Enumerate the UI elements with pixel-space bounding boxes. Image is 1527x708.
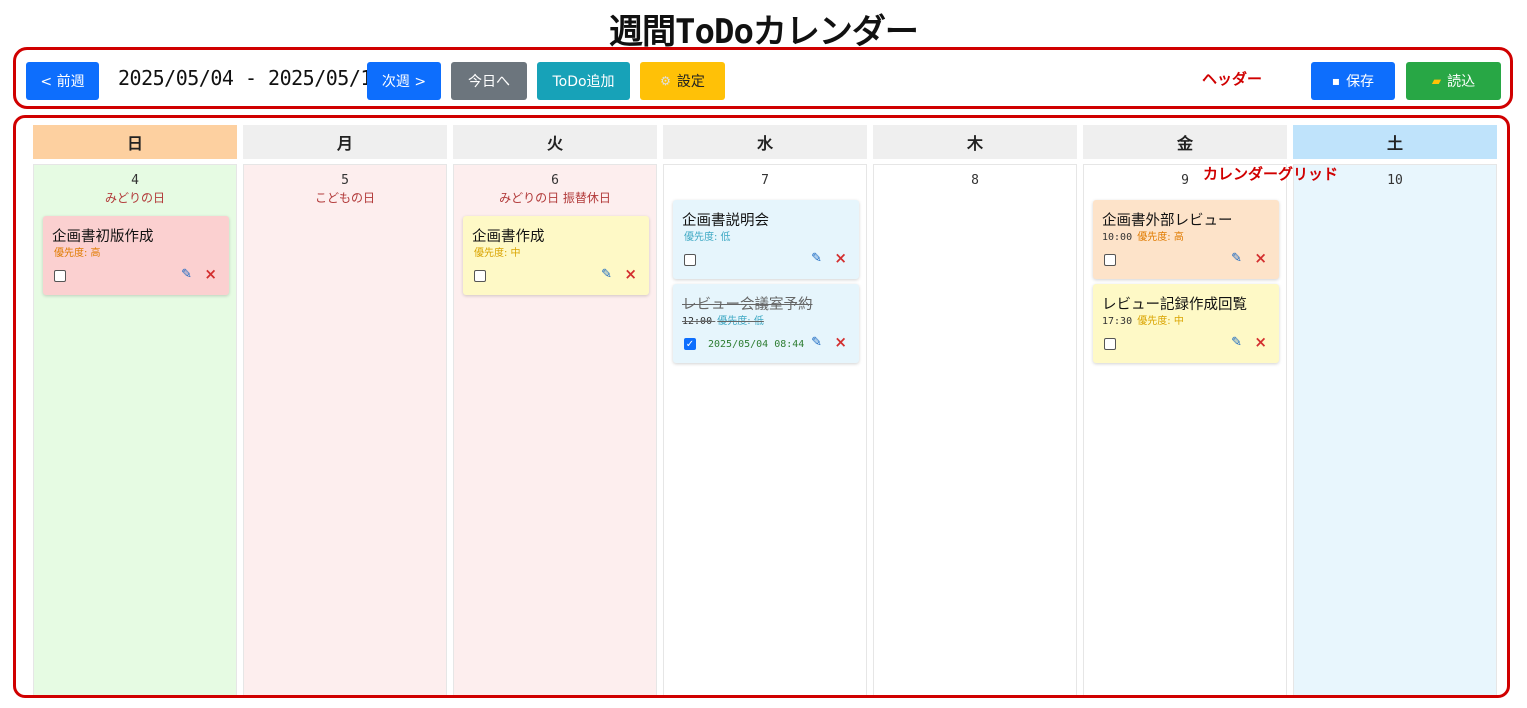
holiday-name: みどりの日 振替休日 bbox=[499, 191, 611, 205]
day-number: 7 bbox=[761, 173, 769, 188]
todo-meta: 優先度: 中 bbox=[472, 244, 521, 259]
todo-priority: 優先度: 低 bbox=[684, 232, 731, 243]
day-number: 6 bbox=[551, 173, 559, 188]
add-todo-button[interactable]: ToDo追加 bbox=[537, 62, 630, 100]
pencil-icon[interactable]: ✎ bbox=[601, 267, 612, 282]
gear-icon: ⚙ bbox=[660, 74, 671, 88]
todo-checkbox[interactable] bbox=[1104, 254, 1116, 266]
weekday-header-sun: 日 bbox=[33, 125, 237, 159]
prev-week-button[interactable]: < 前週 bbox=[26, 62, 99, 100]
load-label: 読込 bbox=[1447, 74, 1476, 90]
save-icon: ▪ bbox=[1331, 74, 1341, 88]
pencil-icon[interactable]: ✎ bbox=[811, 335, 822, 350]
todo-meta: 優先度: 高 bbox=[52, 244, 101, 259]
todo-card[interactable]: 企画書初版作成 優先度: 高 ✎ × bbox=[43, 216, 229, 295]
todo-title: レビュー記録作成回覧 bbox=[1102, 297, 1247, 313]
todo-title: 企画書作成 bbox=[472, 229, 545, 245]
settings-label: 設定 bbox=[676, 74, 705, 90]
todo-title: 企画書初版作成 bbox=[52, 229, 154, 245]
todo-card[interactable]: 企画書作成 優先度: 中 ✎ × bbox=[463, 216, 649, 295]
close-icon[interactable]: × bbox=[1254, 249, 1267, 267]
save-button[interactable]: ▪ 保存 bbox=[1311, 62, 1395, 100]
week-range: 2025/05/04 - 2025/05/10 bbox=[118, 66, 384, 90]
todo-card[interactable]: レビュー記録作成回覧 17:30 優先度: 中 ✎ × bbox=[1093, 284, 1279, 363]
today-button[interactable]: 今日へ bbox=[451, 62, 527, 100]
day-number: 4 bbox=[131, 173, 139, 188]
pencil-icon[interactable]: ✎ bbox=[1231, 251, 1242, 266]
close-icon[interactable]: × bbox=[834, 333, 847, 351]
weekday-header-mon: 月 bbox=[243, 125, 447, 159]
todo-time: 17:30 bbox=[1102, 316, 1133, 327]
weekday-header-fri: 金 bbox=[1083, 125, 1287, 159]
close-icon[interactable]: × bbox=[624, 265, 637, 283]
todo-checkbox[interactable] bbox=[1104, 338, 1116, 350]
day-cell-fri[interactable]: 9 企画書外部レビュー 10:00 優先度: 高 ✎ × レビュー記録作成回覧 … bbox=[1083, 164, 1287, 695]
completed-date: 2025/05/04 08:44 bbox=[708, 339, 805, 350]
holiday-name: みどりの日 bbox=[104, 191, 165, 205]
day-cell-sun[interactable]: 4 みどりの日 企画書初版作成 優先度: 高 ✎ × bbox=[33, 164, 237, 695]
day-number: 8 bbox=[971, 173, 979, 188]
save-label: 保存 bbox=[1346, 74, 1375, 90]
pencil-icon[interactable]: ✎ bbox=[811, 251, 822, 266]
todo-meta: 12:00 優先度: 低 bbox=[682, 312, 764, 327]
day-cell-sat[interactable]: 10 bbox=[1293, 164, 1497, 695]
day-cell-wed[interactable]: 7 企画書説明会 優先度: 低 ✎ × レビュー会議室予約 12:00 優先度:… bbox=[663, 164, 867, 695]
settings-button[interactable]: ⚙ 設定 bbox=[640, 62, 725, 100]
todo-meta: 17:30 優先度: 中 bbox=[1102, 312, 1184, 327]
todo-time: 12:00 bbox=[682, 316, 713, 327]
todo-title: 企画書説明会 bbox=[682, 213, 769, 229]
todo-meta: 10:00 優先度: 高 bbox=[1102, 228, 1184, 243]
pencil-icon[interactable]: ✎ bbox=[181, 267, 192, 282]
todo-checkbox[interactable] bbox=[54, 270, 66, 282]
todo-priority: 優先度: 高 bbox=[1137, 232, 1184, 243]
todo-priority: 優先度: 低 bbox=[717, 316, 764, 327]
todo-card[interactable]: 企画書外部レビュー 10:00 優先度: 高 ✎ × bbox=[1093, 200, 1279, 279]
close-icon[interactable]: × bbox=[834, 249, 847, 267]
page-title: 週間ToDoカレンダー bbox=[609, 12, 919, 52]
day-cell-tue[interactable]: 6 みどりの日 振替休日 企画書作成 優先度: 中 ✎ × bbox=[453, 164, 657, 695]
calendar-annotation: カレンダーグリッド bbox=[1203, 165, 1339, 183]
todo-checkbox-checked[interactable]: ✓ bbox=[684, 338, 696, 350]
todo-title: 企画書外部レビュー bbox=[1102, 213, 1233, 229]
todo-checkbox[interactable] bbox=[684, 254, 696, 266]
todo-meta: 優先度: 低 bbox=[682, 228, 731, 243]
day-cell-thu[interactable]: 8 bbox=[873, 164, 1077, 695]
day-number: 5 bbox=[341, 173, 349, 188]
todo-title: レビュー会議室予約 bbox=[682, 297, 813, 313]
todo-card[interactable]: 企画書説明会 優先度: 低 ✎ × bbox=[673, 200, 859, 279]
weekday-header-wed: 水 bbox=[663, 125, 867, 159]
todo-time: 10:00 bbox=[1102, 232, 1133, 243]
holiday-name: こどもの日 bbox=[314, 191, 375, 205]
close-icon[interactable]: × bbox=[1254, 333, 1267, 351]
weekday-header-sat: 土 bbox=[1293, 125, 1497, 159]
next-week-button[interactable]: 次週 > bbox=[367, 62, 441, 100]
folder-icon: ▰ bbox=[1431, 74, 1442, 88]
todo-card-completed[interactable]: レビュー会議室予約 12:00 優先度: 低 ✓ 2025/05/04 08:4… bbox=[673, 284, 859, 363]
todo-priority: 優先度: 中 bbox=[474, 248, 521, 259]
day-cell-mon[interactable]: 5 こどもの日 bbox=[243, 164, 447, 695]
weekday-header-thu: 木 bbox=[873, 125, 1077, 159]
calendar-grid: 日 月 火 水 木 金 土 4 みどりの日 企画書初版作成 優先度: 高 ✎ ×… bbox=[13, 115, 1510, 698]
todo-priority: 優先度: 高 bbox=[54, 248, 101, 259]
weekday-header-tue: 火 bbox=[453, 125, 657, 159]
close-icon[interactable]: × bbox=[204, 265, 217, 283]
todo-checkbox[interactable] bbox=[474, 270, 486, 282]
todo-priority: 優先度: 中 bbox=[1137, 316, 1184, 327]
load-button[interactable]: ▰ 読込 bbox=[1406, 62, 1501, 100]
pencil-icon[interactable]: ✎ bbox=[1231, 335, 1242, 350]
header-annotation: ヘッダー bbox=[1202, 70, 1263, 88]
